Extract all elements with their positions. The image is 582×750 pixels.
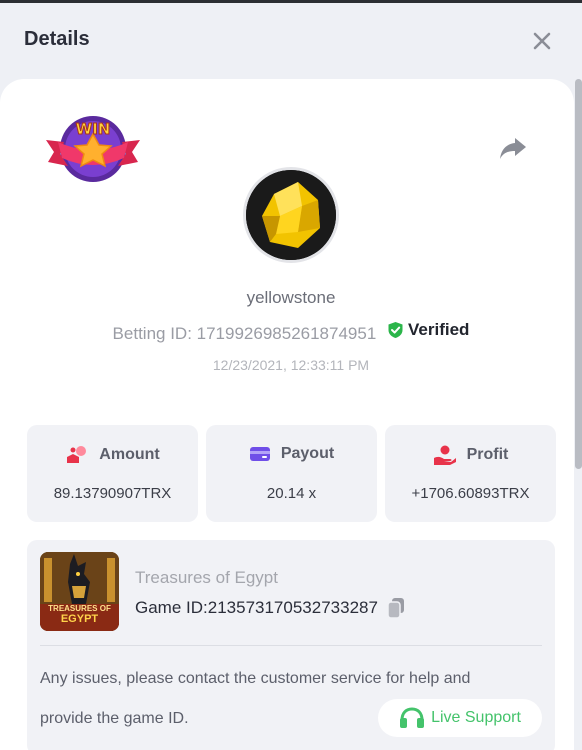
- copy-icon[interactable]: [386, 597, 406, 619]
- game-id-row: Game ID: 213573170532733287: [135, 597, 406, 619]
- stat-profit-value: +1706.60893TRX: [411, 485, 530, 502]
- svg-text:WIN: WIN: [76, 120, 111, 138]
- card-icon: [249, 447, 270, 461]
- page-title: Details: [24, 28, 90, 50]
- stat-payout-label: Payout: [280, 445, 335, 462]
- win-badge-icon: WIN: [44, 112, 142, 186]
- divider: [40, 645, 542, 646]
- game-id-value: 213573170532733287: [207, 598, 378, 617]
- game-id-label: Game ID:: [135, 598, 208, 617]
- thumb-title-line2: EGYPT: [60, 613, 99, 625]
- stat-amount: Amount 89.13790907TRX: [27, 425, 198, 522]
- game-thumbnail[interactable]: TREASURES OF EGYPT: [40, 552, 119, 631]
- stat-payout: Payout 20.14 x: [206, 425, 377, 522]
- close-button[interactable]: [528, 27, 556, 55]
- live-support-label: Live Support: [431, 709, 521, 726]
- verified-label: Verified: [408, 320, 470, 339]
- game-info-panel: TREASURES OF EGYPT Treasures of Egypt Ga…: [27, 540, 555, 750]
- game-name[interactable]: Treasures of Egypt: [135, 568, 278, 588]
- stat-amount-label: Amount: [99, 446, 160, 463]
- details-header: Details: [0, 3, 582, 75]
- support-notice-line1: Any issues, please contact the customer …: [40, 670, 471, 687]
- stat-amount-value: 89.13790907TRX: [53, 485, 172, 502]
- close-icon: [533, 32, 551, 50]
- username: yellowstone: [246, 288, 336, 307]
- headset-icon: [400, 707, 425, 728]
- stat-profit-label: Profit: [466, 446, 509, 463]
- bet-timestamp: 12/23/2021, 12:33:11 PM: [212, 357, 370, 373]
- live-support-button[interactable]: Live Support: [378, 699, 542, 737]
- avatar: [243, 167, 339, 263]
- stat-payout-value: 20.14 x: [266, 485, 317, 502]
- hand-coin-icon: [433, 445, 456, 465]
- share-icon: [500, 138, 526, 159]
- thumb-title-line1: TREASURES OF: [48, 604, 111, 613]
- betting-id-row: Betting ID: 1719926985261874951 Verified: [0, 320, 582, 344]
- support-notice-line2: provide the game ID.: [40, 710, 189, 727]
- shield-check-icon: [388, 322, 403, 338]
- scrollbar[interactable]: [575, 79, 582, 469]
- share-button[interactable]: [498, 134, 528, 162]
- coins-icon: [67, 446, 87, 463]
- stat-profit: Profit +1706.60893TRX: [385, 425, 556, 522]
- verified-badge: Verified: [387, 320, 469, 340]
- betting-id: Betting ID: 1719926985261874951: [112, 324, 377, 343]
